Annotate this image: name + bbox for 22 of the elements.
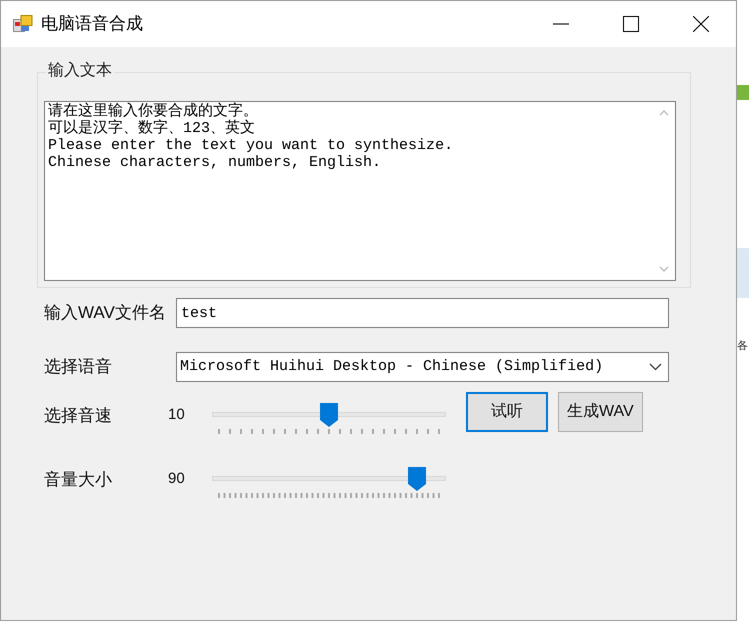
chevron-down-icon (649, 363, 662, 371)
filename-label: 输入WAV文件名 (44, 302, 167, 324)
slider-label: 音量大小 (44, 469, 113, 491)
slider-thumb[interactable] (320, 403, 338, 427)
maximize-icon (623, 16, 639, 32)
app-icon (13, 15, 33, 33)
voice-dropdown[interactable]: Microsoft Huihui Desktop - Chinese (Simplified) (176, 352, 669, 382)
slider-value: 90 (168, 469, 186, 489)
text-area[interactable]: 请在这里输入你要合成的文字。 可以是汉字、数字、123、英文 Please enter the text you want to synthesize. Chinese characters, numbers, English. (44, 101, 676, 281)
slider-thumb[interactable] (408, 467, 426, 491)
scroll-up-icon[interactable] (659, 109, 669, 117)
slider-label: 选择音速 (44, 405, 113, 427)
filename-field[interactable]: test (176, 298, 669, 328)
action-button[interactable]: 试听 (466, 392, 548, 432)
minimize-icon (553, 23, 569, 25)
close-icon (693, 16, 709, 32)
voice-label: 选择语音 (44, 356, 113, 378)
window-title: 电脑语音合成 (41, 13, 143, 36)
slider-value: 10 (168, 405, 186, 425)
action-button[interactable]: 生成WAV (558, 392, 643, 432)
background-text: 各 (737, 340, 749, 352)
scroll-down-icon[interactable] (659, 265, 669, 273)
